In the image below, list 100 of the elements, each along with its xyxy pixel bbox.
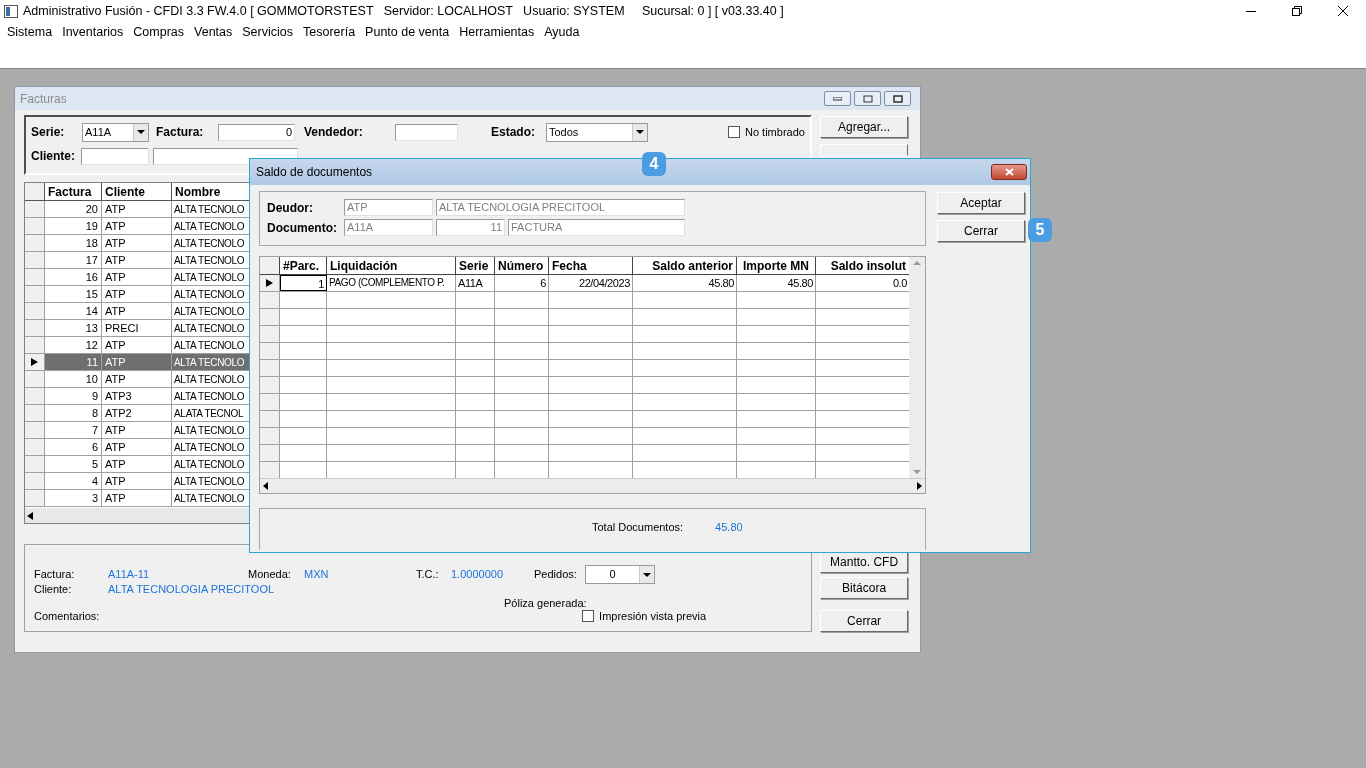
vertical-scrollbar[interactable] <box>909 257 925 478</box>
table-cell: 20 <box>45 201 102 217</box>
dialog-title: Saldo de documentos <box>256 164 373 181</box>
checkbox[interactable] <box>728 126 740 138</box>
step-badge: 5 <box>1028 218 1052 242</box>
window-title: Facturas <box>20 90 67 108</box>
table-cell: ALTA TECNOLO <box>174 357 245 368</box>
documento-number-field[interactable]: 11 <box>436 219 505 236</box>
table-cell: ALTA TECNOLO <box>174 323 245 334</box>
table-cell: 15 <box>45 286 102 302</box>
table-cell: ATP <box>102 252 172 268</box>
table-cell: 7 <box>45 422 102 438</box>
table-cell: PRECI <box>102 320 172 336</box>
table-cell: 17 <box>45 252 102 268</box>
table-cell: ALTA TECNOLO <box>174 340 245 351</box>
column-header[interactable]: Serie <box>456 257 495 274</box>
menu-item[interactable]: Ventas <box>189 22 238 42</box>
menu-item[interactable]: Tesorería <box>298 22 361 42</box>
menu-item[interactable]: Compras <box>128 22 190 42</box>
table-cell: ALTA TECNOLO <box>174 442 245 453</box>
table-cell: 4 <box>45 473 102 489</box>
column-header[interactable]: Factura <box>45 183 102 200</box>
checkbox-label: No timbrado <box>745 124 805 140</box>
menu-item[interactable]: Sistema <box>2 22 58 42</box>
deudor-code-field[interactable]: ATP <box>344 199 433 216</box>
table-cell: 11 <box>45 354 102 370</box>
deudor-name-field[interactable]: ALTA TECNOLOGIA PRECITOOL <box>436 199 685 216</box>
scroll-left-icon <box>27 511 33 520</box>
window-icon <box>892 94 903 103</box>
table-cell: 13 <box>45 320 102 336</box>
field-label: Cliente: <box>31 148 76 165</box>
table-cell: ALTA TECNOLO <box>174 221 245 232</box>
column-header[interactable]: Fecha <box>549 257 633 274</box>
menu-item[interactable]: Inventarios <box>57 22 129 42</box>
documento-serie-field[interactable]: A11A <box>344 219 433 236</box>
table-cell: ALATA TECNOL <box>174 408 244 419</box>
column-header[interactable]: Cliente <box>102 183 172 200</box>
table-cell: 16 <box>45 269 102 285</box>
table-cell: 6 <box>45 439 102 455</box>
field-label: Deudor: <box>267 199 314 217</box>
grid-cell: PAGO (COMPLEMENTO P. <box>327 275 456 291</box>
table-cell: ATP <box>102 218 172 234</box>
column-header[interactable]: Liquidación <box>327 257 456 274</box>
serie-dropdown[interactable]: A11A <box>82 122 149 142</box>
button[interactable]: Agregar... <box>820 116 909 138</box>
grid-cell: 6 <box>495 275 549 291</box>
row-pointer-icon <box>31 358 38 366</box>
scroll-left-icon <box>263 482 268 490</box>
menu-item[interactable]: Herramientas <box>454 22 540 42</box>
table-cell: ATP <box>102 201 172 217</box>
menu-item[interactable]: Punto de venta <box>360 22 455 42</box>
field-label: Factura: <box>34 567 76 583</box>
grid-cell: 45.80 <box>633 275 737 291</box>
table-cell: ATP <box>102 235 172 251</box>
field-label: T.C.: <box>416 567 440 583</box>
table-cell: 5 <box>45 456 102 472</box>
scroll-up-icon <box>913 261 921 265</box>
field-label: Cliente: <box>34 582 73 598</box>
table-cell: ALTA TECNOLO <box>174 425 245 436</box>
table-cell: 10 <box>45 371 102 387</box>
horizontal-scrollbar[interactable] <box>260 478 925 493</box>
field-label: Vendedor: <box>304 124 364 141</box>
table-cell: ATP3 <box>102 388 172 404</box>
estado-dropdown[interactable]: Todos <box>546 122 648 142</box>
button[interactable]: Cerrar <box>937 220 1025 242</box>
column-header[interactable]: Número <box>495 257 549 274</box>
table-cell: ALTA TECNOLO <box>174 306 245 317</box>
minimize-button[interactable] <box>824 91 851 106</box>
table-cell: ATP <box>102 337 172 353</box>
column-header[interactable]: Saldo anterior <box>633 257 737 274</box>
dropdown-value: A11A <box>85 124 112 140</box>
checkbox[interactable] <box>582 610 595 622</box>
cliente-code-field[interactable] <box>81 147 149 165</box>
invoice-number-field[interactable]: 0 <box>218 123 295 141</box>
app-title: Administrativo Fusión - CFDI 3.3 FW.4.0 [ GOMMOTORSTEST Servidor: LOCALHOST Usuario: SYSTEM Sucursal: 0 ] [ v03.33.40 ] <box>23 2 784 20</box>
documento-type-field[interactable]: FACTURA <box>508 219 685 236</box>
menu-item[interactable]: Servicios <box>237 22 298 42</box>
maximize-button[interactable] <box>884 91 911 106</box>
pedidos-dropdown[interactable]: 0 <box>585 565 655 584</box>
column-header[interactable]: #Parc. <box>280 257 327 274</box>
field-label: Serie: <box>31 124 66 141</box>
button[interactable]: Mantto. CFD <box>820 551 909 573</box>
table-cell: ALTA TECNOLO <box>174 204 245 215</box>
table-cell: ATP <box>102 422 172 438</box>
column-header[interactable]: Importe MN <box>737 257 816 274</box>
button[interactable]: Bitácora <box>820 577 909 599</box>
row-pointer-icon <box>266 279 273 287</box>
step-badge: 4 <box>642 152 666 176</box>
close-button[interactable] <box>991 164 1027 180</box>
table-cell: ALTA TECNOLO <box>174 289 245 300</box>
button[interactable]: Cerrar <box>820 610 909 632</box>
total-value: 45.80 <box>715 520 743 536</box>
vendedor-field[interactable] <box>395 123 458 141</box>
table-cell: ATP <box>102 303 172 319</box>
field-value: 1.0000000 <box>451 567 504 583</box>
table-cell: ALTA TECNOLO <box>174 459 245 470</box>
minimize-icon <box>1246 10 1256 12</box>
button[interactable]: Aceptar <box>937 192 1025 214</box>
menu-item[interactable]: Ayuda <box>539 22 585 42</box>
table-cell: 14 <box>45 303 102 319</box>
